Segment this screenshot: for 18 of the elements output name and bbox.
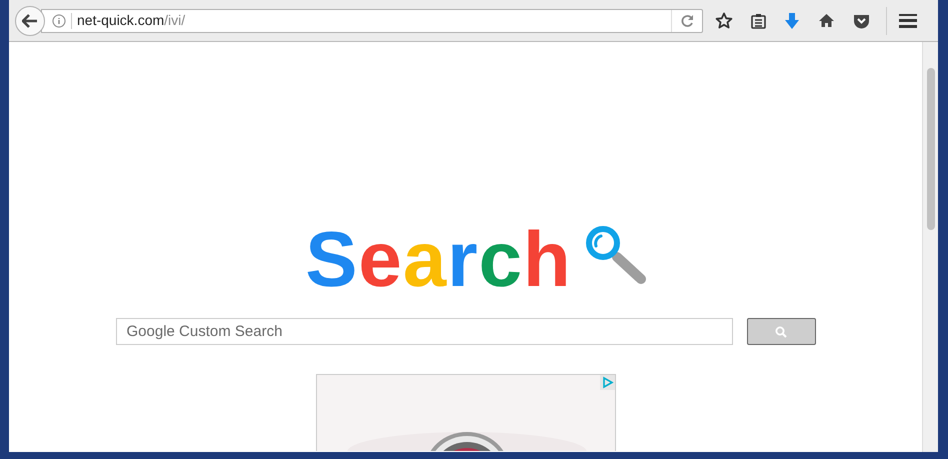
menu-button[interactable] [899,12,917,28]
address-bar[interactable]: net-quick.com/ivi/ [41,8,703,32]
search-field[interactable]: Google Custom Search [116,318,732,345]
arrow-left-icon [22,14,38,28]
logo-text: Search [305,224,572,294]
scrollbar[interactable] [922,42,938,452]
search-icon [775,326,787,338]
info-icon[interactable] [52,14,66,28]
back-button[interactable] [15,6,45,36]
download-arrow-icon[interactable] [784,12,800,30]
search-button[interactable] [746,318,816,345]
pocket-icon[interactable] [853,12,870,28]
reload-icon [680,14,694,27]
url-text: net-quick.com/ivi/ [77,11,186,30]
reading-list-icon[interactable] [751,12,766,28]
home-icon[interactable] [818,13,835,28]
magnifier-icon [584,226,646,286]
star-icon[interactable] [715,12,733,30]
